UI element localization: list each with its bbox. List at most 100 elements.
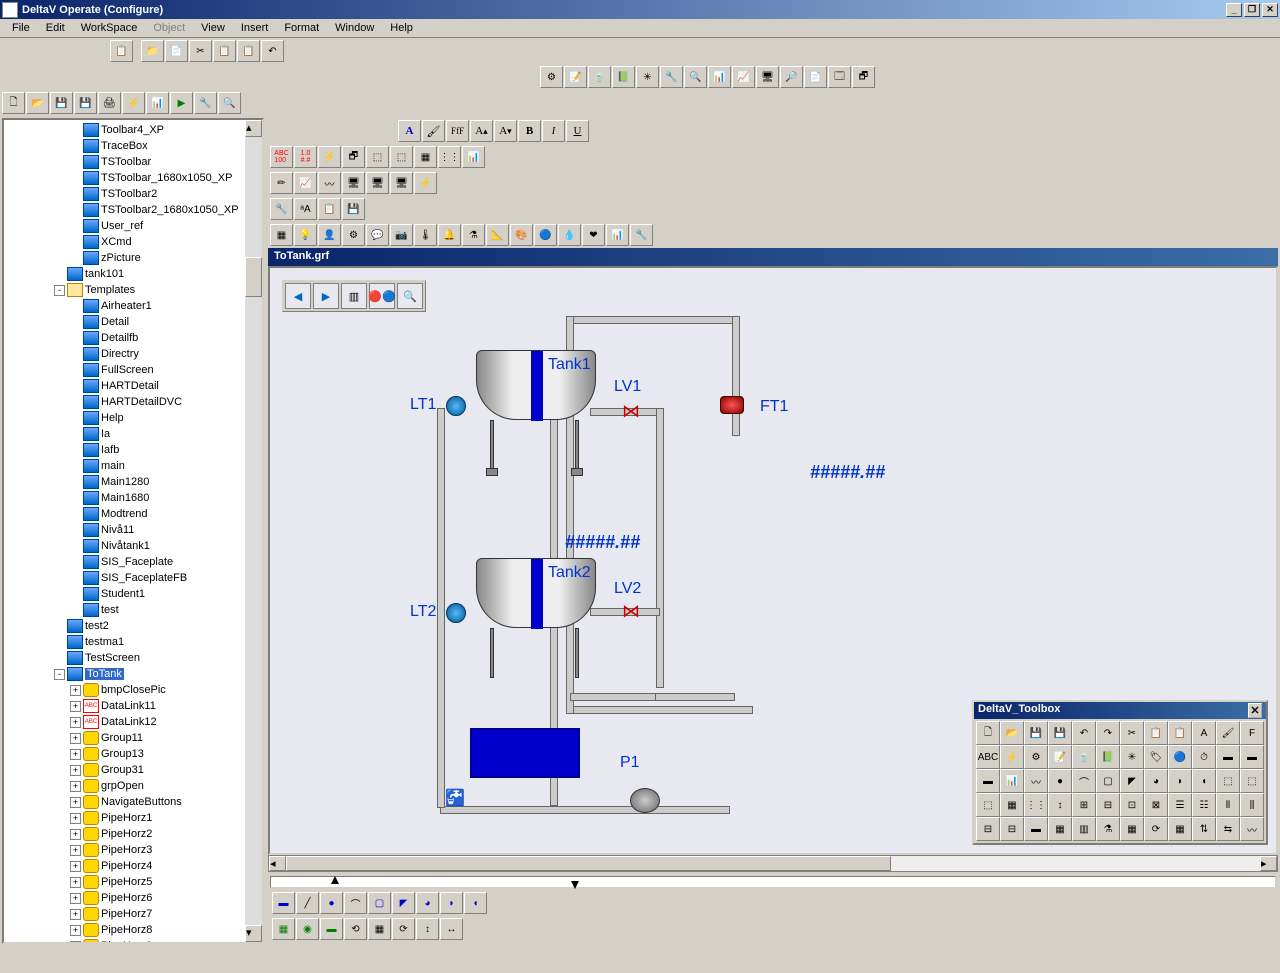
tool-btn[interactable]: ⚡ [414, 172, 437, 194]
toolbox-cell[interactable]: ☷ [1192, 793, 1216, 817]
tree-item[interactable]: -Templates [6, 282, 260, 298]
tool-btn[interactable]: 📄 [804, 66, 827, 88]
brush-icon[interactable]: 🖌 [422, 120, 445, 142]
tool-btn[interactable]: 🔵 [534, 224, 557, 246]
open-icon[interactable]: 📂 [26, 92, 49, 114]
toolbox-cell[interactable]: ⟳ [1144, 817, 1168, 841]
tree-item[interactable]: +PipeHorz6 [6, 890, 260, 906]
tool-btn[interactable]: 👤 [318, 224, 341, 246]
tree-item[interactable]: HARTDetail [6, 378, 260, 394]
tool-btn[interactable]: ▦ [414, 146, 437, 168]
tree-item[interactable]: Main1680 [6, 490, 260, 506]
tree-item[interactable]: +ABCDataLink12 [6, 714, 260, 730]
tool-btn[interactable]: ⚡ [318, 146, 341, 168]
tree-item[interactable]: TSToolbar_1680x1050_XP [6, 170, 260, 186]
toolbox-cell[interactable]: ↶ [1072, 721, 1096, 745]
copy-icon[interactable]: 📋 [213, 40, 236, 62]
tool-btn[interactable]: 💬 [366, 224, 389, 246]
toolbox-cell[interactable]: 📝 [1048, 745, 1072, 769]
tree-item[interactable]: TSToolbar2_1680x1050_XP [6, 202, 260, 218]
tool-btn[interactable]: 📷 [390, 224, 413, 246]
shape-icon[interactable]: ◖ [464, 892, 487, 914]
tool-btn[interactable]: ↔ [440, 918, 463, 940]
toolbox-cell[interactable]: 📂 [1000, 721, 1024, 745]
tree-item[interactable]: zPicture [6, 250, 260, 266]
tree-item[interactable]: +bmpClosePic [6, 682, 260, 698]
tool-btn[interactable]: ⋮⋮ [438, 146, 461, 168]
tree-item[interactable]: HARTDetailDVC [6, 394, 260, 410]
shape-arc-icon[interactable]: ⌒ [344, 892, 367, 914]
toolbox-cell[interactable]: ⬚ [1240, 769, 1264, 793]
toolbox-cell[interactable]: ⏱ [1192, 745, 1216, 769]
tool-btn[interactable]: 📗 [612, 66, 635, 88]
tree-item[interactable]: Airheater1 [6, 298, 260, 314]
tree-expand-icon[interactable]: + [70, 797, 81, 808]
tree-item[interactable]: +PipeHorz7 [6, 906, 260, 922]
tree-expand-icon[interactable]: + [70, 845, 81, 856]
toolbox-cell[interactable]: ● [1048, 769, 1072, 793]
toolbox-cell[interactable]: 📋 [1144, 721, 1168, 745]
tool-btn[interactable]: 🔧 [630, 224, 653, 246]
tree-item[interactable]: TestScreen [6, 650, 260, 666]
tool-btn[interactable]: ⚙ [342, 224, 365, 246]
tree-item[interactable]: TraceBox [6, 138, 260, 154]
toolbox-cell[interactable]: ⇆ [1216, 817, 1240, 841]
tree-expand-icon[interactable]: + [70, 765, 81, 776]
save-icon[interactable]: 💾 [50, 92, 73, 114]
lv2-valve[interactable]: ⋈ [622, 601, 640, 622]
toolbox-cell[interactable]: 〰 [1024, 769, 1048, 793]
toolbox-cell[interactable]: ⬚ [976, 793, 1000, 817]
drain-valve[interactable]: 🚰 [445, 788, 465, 808]
toolbox-cell[interactable]: ◤ [1120, 769, 1144, 793]
tree-panel[interactable]: Toolbar4_XPTraceBoxTSToolbarTSToolbar_16… [2, 118, 264, 944]
tool-btn[interactable]: 📊 [606, 224, 629, 246]
tree-item[interactable]: Ia [6, 426, 260, 442]
tool-btn[interactable]: ▬ [320, 918, 343, 940]
toolbox-cell[interactable]: ◗ [1168, 769, 1192, 793]
menu-insert[interactable]: Insert [233, 20, 277, 36]
tool-btn[interactable]: ✏ [270, 172, 293, 194]
shape-chord-icon[interactable]: ◗ [440, 892, 463, 914]
tree-item[interactable]: +PipeHorz4 [6, 858, 260, 874]
toolbox-cell[interactable]: ⚙ [1024, 745, 1048, 769]
nav-zoom-icon[interactable]: 🔍 [397, 283, 423, 309]
toolbox-cell[interactable]: 🖌 [1216, 721, 1240, 745]
tree-item[interactable]: Detailfb [6, 330, 260, 346]
save-all-icon[interactable]: 💾 [74, 92, 97, 114]
tree-item[interactable]: Main1280 [6, 474, 260, 490]
tree-item[interactable]: Directry [6, 346, 260, 362]
pipe[interactable] [437, 408, 445, 808]
tree-item[interactable]: SIS_Faceplate [6, 554, 260, 570]
tool-btn[interactable]: 🖥 [342, 172, 365, 194]
toolbox-cell[interactable]: ⚡ [1000, 745, 1024, 769]
tool-btn[interactable]: ▦ [368, 918, 391, 940]
toolbox-cell[interactable]: ▦ [1168, 817, 1192, 841]
tool-btn[interactable]: 🗔 [828, 66, 851, 88]
tool-btn[interactable]: ABC100 [270, 146, 293, 168]
toolbox-cell[interactable]: ▬ [976, 769, 1000, 793]
menu-format[interactable]: Format [276, 20, 327, 36]
tree-item[interactable]: XCmd [6, 234, 260, 250]
tool-btn[interactable]: ⟲ [344, 918, 367, 940]
tool-btn[interactable]: 📊 [146, 92, 169, 114]
tree-item[interactable]: Detail [6, 314, 260, 330]
tree-item[interactable]: +Group13 [6, 746, 260, 762]
shape-poly-icon[interactable]: ◤ [392, 892, 415, 914]
shape-pie-icon[interactable]: ◕ [416, 892, 439, 914]
toolbox-cell[interactable]: ⊟ [1096, 793, 1120, 817]
tool-btn[interactable]: 🔍 [684, 66, 707, 88]
chart-icon[interactable]: 📊 [462, 146, 485, 168]
tree-expand-icon[interactable]: - [54, 285, 65, 296]
maximize-button[interactable]: ❐ [1244, 3, 1260, 17]
tree-item[interactable]: +Group11 [6, 730, 260, 746]
nav-back-icon[interactable]: ◀ [285, 283, 311, 309]
tree-expand-icon[interactable]: + [70, 941, 81, 945]
tool-btn[interactable]: ⚙ [540, 66, 563, 88]
pipe[interactable] [440, 806, 730, 814]
toolbox-cell[interactable]: ✂ [1120, 721, 1144, 745]
toolbox-cell[interactable]: ⋮⋮ [1024, 793, 1048, 817]
toolbox-window[interactable]: DeltaV_Toolbox ✕ 🗋📂💾💾↶↷✂📋📋A🖌FABC⚡⚙📝🍵📗✳🏷🔵… [972, 700, 1268, 845]
tool-btn[interactable]: 🖥 [756, 66, 779, 88]
toolbox-cell[interactable]: 🍵 [1072, 745, 1096, 769]
tree-expand-icon[interactable]: + [70, 701, 81, 712]
